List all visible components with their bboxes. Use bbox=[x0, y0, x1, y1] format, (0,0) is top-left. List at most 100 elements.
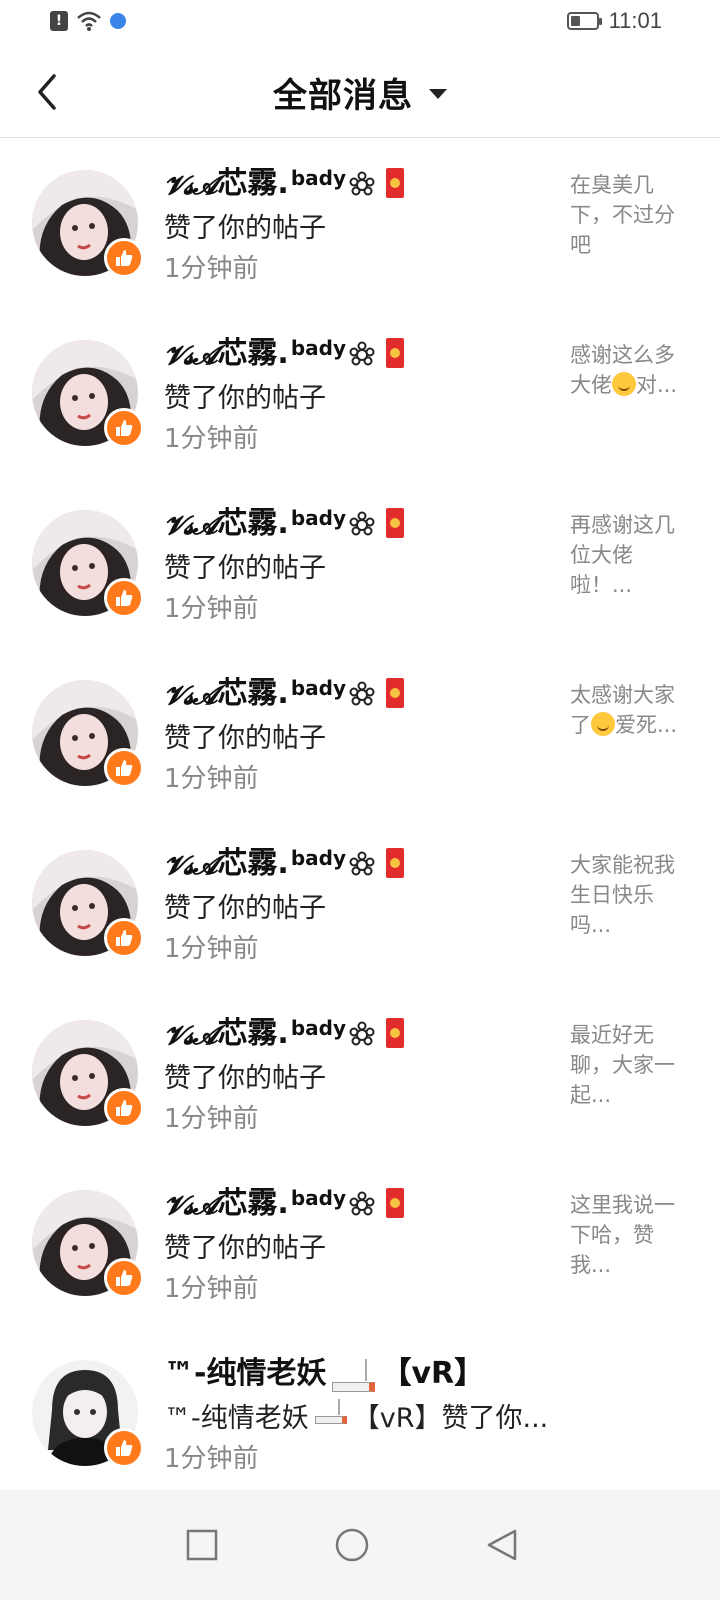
sender-name-text: 芯霧. bbox=[217, 1016, 289, 1051]
sender-name-text: 芯霧. bbox=[217, 506, 289, 541]
thumbs-up-icon bbox=[104, 748, 144, 788]
post-preview[interactable]: 大家能祝我生日快乐吗... bbox=[570, 850, 680, 940]
red-envelope-icon bbox=[386, 678, 405, 708]
sender-name-sup: bady bbox=[290, 506, 347, 530]
chevron-left-icon bbox=[38, 74, 56, 110]
message-list: 𝓥𝓼𝓐 芯霧. bady 赞了你的帖子 1分钟前 在臭美几下，不过分吧 𝓥𝓼𝓐 芯霧. bady… bbox=[0, 138, 720, 1328]
preview-text: 最近好无聊，大家一起... bbox=[570, 1023, 675, 1107]
battery-level bbox=[570, 16, 581, 26]
title-dropdown[interactable]: 全部消息 bbox=[0, 46, 720, 138]
sender-name-text: 芯霧. bbox=[217, 336, 289, 371]
caret-down-icon bbox=[429, 89, 447, 99]
sender-name-sup: bady bbox=[290, 166, 347, 190]
sender-name[interactable]: 𝓥𝓼𝓐 芯霧. bady bbox=[164, 332, 405, 372]
circle-icon[interactable] bbox=[335, 1528, 369, 1562]
sender-name[interactable]: ™-纯情老妖 【vR】 bbox=[164, 1352, 484, 1392]
timestamp: 1分钟前 bbox=[164, 764, 259, 794]
action-text: 赞了你的帖子 bbox=[164, 383, 326, 414]
list-item[interactable]: 𝓥𝓼𝓐 芯霧. bady 赞了你的帖子 1分钟前 太感谢大家了 爱死... bbox=[0, 648, 720, 818]
square-icon[interactable] bbox=[185, 1528, 219, 1562]
flower-icon bbox=[349, 171, 375, 196]
red-envelope-icon bbox=[386, 168, 405, 198]
list-item[interactable]: 𝓥𝓼𝓐 芯霧. bady 赞了你的帖子 1分钟前 感谢这么多大佬 对... bbox=[0, 308, 720, 478]
flower-icon bbox=[349, 1021, 375, 1046]
action-text: 赞了你的帖子 bbox=[164, 553, 326, 584]
post-preview[interactable]: 感谢这么多大佬 对... bbox=[570, 340, 680, 400]
status-bar: ! 11:01 bbox=[0, 0, 720, 46]
smile-emoji-icon bbox=[591, 712, 615, 736]
timestamp: 1分钟前 bbox=[164, 254, 259, 284]
sender-name-sup: bady bbox=[290, 846, 347, 870]
action-text: ™-纯情老妖 【vR】赞了你... bbox=[164, 1396, 548, 1435]
red-envelope-icon bbox=[386, 508, 405, 538]
sender-name-prefix: 𝓥𝓼𝓐 bbox=[164, 341, 217, 371]
action-text: 赞了你的帖子 bbox=[164, 213, 326, 244]
preview-text: 在臭美几下，不过分吧 bbox=[570, 173, 675, 257]
sender-name-text: 芯霧. bbox=[217, 676, 289, 711]
sender-name[interactable]: 𝓥𝓼𝓐 芯霧. bady bbox=[164, 842, 405, 882]
thumbs-up-icon bbox=[104, 578, 144, 618]
red-envelope-icon bbox=[386, 1188, 405, 1218]
flower-icon bbox=[349, 1191, 375, 1216]
post-preview[interactable]: 在臭美几下，不过分吧 bbox=[570, 170, 680, 260]
preview-text-rest: 对... bbox=[636, 373, 678, 397]
list-item[interactable]: 𝓥𝓼𝓐 芯霧. bady 赞了你的帖子 1分钟前 在臭美几下，不过分吧 bbox=[0, 138, 720, 308]
action-text: 赞了你的帖子 bbox=[164, 723, 326, 754]
thumbs-up-icon bbox=[104, 408, 144, 448]
list-item[interactable]: ™-纯情老妖 【vR】 ™-纯情老妖 【vR】赞了你... 1分钟前 bbox=[0, 1328, 720, 1498]
alert-icon: ! bbox=[50, 11, 68, 31]
sender-name-prefix: 𝓥𝓼𝓐 bbox=[164, 681, 217, 711]
sender-name-sup: bady bbox=[290, 336, 347, 360]
sender-name-prefix: 𝓥𝓼𝓐 bbox=[164, 171, 217, 201]
timestamp: 1分钟前 bbox=[164, 1274, 259, 1304]
sender-name[interactable]: 𝓥𝓼𝓐 芯霧. bady bbox=[164, 502, 405, 542]
cigarette-icon bbox=[314, 1398, 347, 1424]
timestamp: 1分钟前 bbox=[164, 1444, 259, 1474]
timestamp: 1分钟前 bbox=[164, 934, 259, 964]
action-text: 赞了你的帖子 bbox=[164, 1233, 326, 1264]
list-item[interactable]: 𝓥𝓼𝓐 芯霧. bady 赞了你的帖子 1分钟前 最近好无聊，大家一起... bbox=[0, 988, 720, 1158]
list-item[interactable]: 𝓥𝓼𝓐 芯霧. bady 赞了你的帖子 1分钟前 再感谢这几位大佬啦！... bbox=[0, 478, 720, 648]
sender-name-prefix: 𝓥𝓼𝓐 bbox=[164, 851, 217, 881]
thumbs-up-icon bbox=[104, 1428, 144, 1468]
post-preview[interactable]: 最近好无聊，大家一起... bbox=[570, 1020, 680, 1110]
back-button[interactable] bbox=[28, 68, 68, 116]
sender-name-sup: bady bbox=[290, 1186, 347, 1210]
system-nav-bar bbox=[0, 1490, 720, 1600]
post-preview[interactable]: 再感谢这几位大佬啦！... bbox=[570, 510, 680, 600]
sender-name-prefix: 𝓥𝓼𝓐 bbox=[164, 511, 217, 541]
status-right: 11:01 bbox=[566, 8, 662, 34]
sender-name[interactable]: 𝓥𝓼𝓐 芯霧. bady bbox=[164, 1012, 405, 1052]
triangle-back-icon[interactable] bbox=[485, 1528, 519, 1562]
flower-icon bbox=[349, 511, 375, 536]
red-envelope-icon bbox=[386, 338, 405, 368]
cigarette-icon bbox=[332, 1359, 376, 1392]
sender-name[interactable]: 𝓥𝓼𝓐 芯霧. bady bbox=[164, 1182, 405, 1222]
action-text: 赞了你的帖子 bbox=[164, 1063, 326, 1094]
sender-name-text: ™-纯情老妖 bbox=[164, 1356, 327, 1391]
wifi-icon bbox=[77, 11, 101, 31]
list-item[interactable]: 𝓥𝓼𝓐 芯霧. bady 赞了你的帖子 1分钟前 这里我说一下哈，赞我... bbox=[0, 1158, 720, 1328]
smile-emoji-icon bbox=[612, 372, 636, 396]
sender-name-sup: bady bbox=[290, 1016, 347, 1040]
sender-name[interactable]: 𝓥𝓼𝓐 芯霧. bady bbox=[164, 672, 405, 712]
preview-text-rest: 爱死... bbox=[615, 713, 678, 737]
thumbs-up-icon bbox=[104, 238, 144, 278]
red-envelope-icon bbox=[386, 1018, 405, 1048]
status-time: 11:01 bbox=[608, 8, 662, 33]
list-item[interactable]: 𝓥𝓼𝓐 芯霧. bady 赞了你的帖子 1分钟前 大家能祝我生日快乐吗... bbox=[0, 818, 720, 988]
post-preview[interactable]: 这里我说一下哈，赞我... bbox=[570, 1190, 680, 1280]
thumbs-up-icon bbox=[104, 918, 144, 958]
sender-name-text: 芯霧. bbox=[217, 166, 289, 201]
preview-text: 再感谢这几位大佬啦！... bbox=[570, 513, 675, 597]
globe-icon bbox=[110, 13, 126, 29]
timestamp: 1分钟前 bbox=[164, 424, 259, 454]
red-envelope-icon bbox=[386, 848, 405, 878]
sender-name[interactable]: 𝓥𝓼𝓐 芯霧. bady bbox=[164, 162, 405, 202]
post-preview[interactable]: 太感谢大家了 爱死... bbox=[570, 680, 680, 740]
header: 全部消息 bbox=[0, 46, 720, 138]
sender-name-text: 芯霧. bbox=[217, 1186, 289, 1221]
thumbs-up-icon bbox=[104, 1258, 144, 1298]
flower-icon bbox=[349, 681, 375, 706]
flower-icon bbox=[349, 851, 375, 876]
